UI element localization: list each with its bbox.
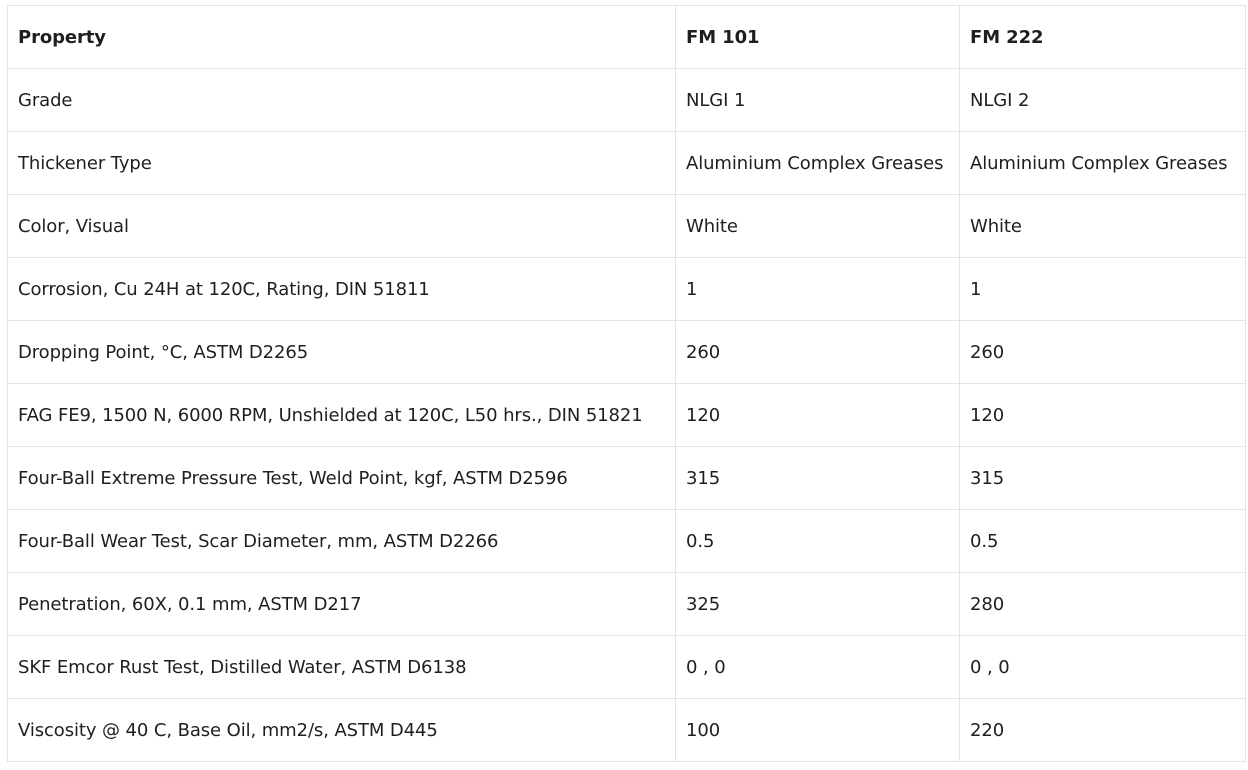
fm-222-cell: 0 , 0 [959, 635, 1246, 699]
fm-222-cell: 1 [959, 257, 1246, 321]
fm-222-cell: 220 [959, 698, 1246, 762]
property-cell: FAG FE9, 1500 N, 6000 RPM, Unshielded at… [7, 383, 676, 447]
table-row: FAG FE9, 1500 N, 6000 RPM, Unshielded at… [7, 383, 1246, 447]
header-fm-101: FM 101 [675, 5, 960, 69]
spec-table-container: Property FM 101 FM 222 Grade NLGI 1 NLGI… [7, 5, 1246, 762]
fm-222-cell: 120 [959, 383, 1246, 447]
fm-101-cell: 0.5 [675, 509, 960, 573]
table-header-row: Property FM 101 FM 222 [7, 5, 1246, 69]
fm-222-cell: White [959, 194, 1246, 258]
fm-222-cell: 315 [959, 446, 1246, 510]
property-cell: Four-Ball Extreme Pressure Test, Weld Po… [7, 446, 676, 510]
fm-101-cell: 260 [675, 320, 960, 384]
spec-table: Property FM 101 FM 222 Grade NLGI 1 NLGI… [7, 5, 1246, 762]
table-row: Penetration, 60X, 0.1 mm, ASTM D217 325 … [7, 572, 1246, 636]
table-row: Corrosion, Cu 24H at 120C, Rating, DIN 5… [7, 257, 1246, 321]
fm-101-cell: White [675, 194, 960, 258]
table-row: Grade NLGI 1 NLGI 2 [7, 68, 1246, 132]
table-row: Dropping Point, °C, ASTM D2265 260 260 [7, 320, 1246, 384]
property-cell: Thickener Type [7, 131, 676, 195]
table-row: Four-Ball Wear Test, Scar Diameter, mm, … [7, 509, 1246, 573]
fm-101-cell: 325 [675, 572, 960, 636]
table-row: Thickener Type Aluminium Complex Greases… [7, 131, 1246, 195]
fm-101-cell: 100 [675, 698, 960, 762]
property-cell: Corrosion, Cu 24H at 120C, Rating, DIN 5… [7, 257, 676, 321]
header-property: Property [7, 5, 676, 69]
property-cell: Penetration, 60X, 0.1 mm, ASTM D217 [7, 572, 676, 636]
header-fm-222: FM 222 [959, 5, 1246, 69]
fm-222-cell: Aluminium Complex Greases [959, 131, 1246, 195]
property-cell: SKF Emcor Rust Test, Distilled Water, AS… [7, 635, 676, 699]
fm-101-cell: 0 , 0 [675, 635, 960, 699]
table-row: Four-Ball Extreme Pressure Test, Weld Po… [7, 446, 1246, 510]
table-row: Viscosity @ 40 C, Base Oil, mm2/s, ASTM … [7, 698, 1246, 762]
property-cell: Viscosity @ 40 C, Base Oil, mm2/s, ASTM … [7, 698, 676, 762]
fm-222-cell: 260 [959, 320, 1246, 384]
property-cell: Grade [7, 68, 676, 132]
fm-222-cell: 0.5 [959, 509, 1246, 573]
fm-101-cell: 315 [675, 446, 960, 510]
table-row: SKF Emcor Rust Test, Distilled Water, AS… [7, 635, 1246, 699]
property-cell: Color, Visual [7, 194, 676, 258]
fm-101-cell: 1 [675, 257, 960, 321]
fm-101-cell: NLGI 1 [675, 68, 960, 132]
property-cell: Dropping Point, °C, ASTM D2265 [7, 320, 676, 384]
fm-101-cell: 120 [675, 383, 960, 447]
fm-222-cell: 280 [959, 572, 1246, 636]
property-cell: Four-Ball Wear Test, Scar Diameter, mm, … [7, 509, 676, 573]
fm-222-cell: NLGI 2 [959, 68, 1246, 132]
table-row: Color, Visual White White [7, 194, 1246, 258]
fm-101-cell: Aluminium Complex Greases [675, 131, 960, 195]
